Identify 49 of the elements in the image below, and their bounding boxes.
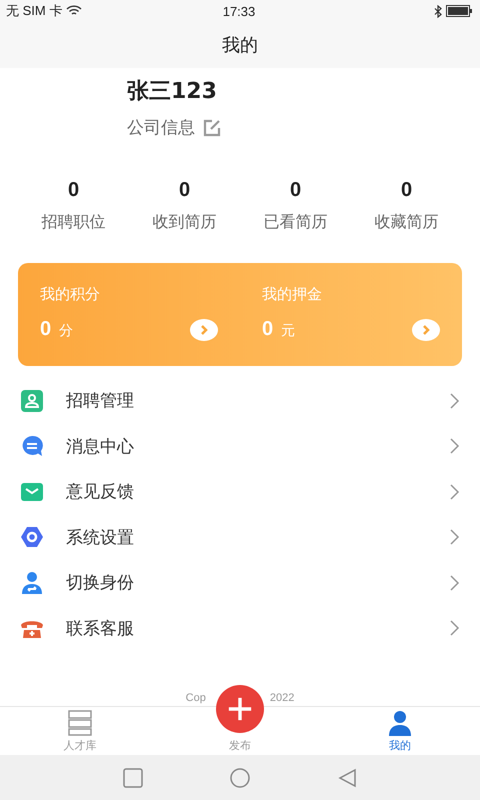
chevron-circle-icon[interactable] [190,318,218,340]
menu-item[interactable]: 联系客服 [66,616,450,640]
person-swap-icon [20,570,44,595]
chevron-right-icon[interactable] [450,574,460,591]
copyright-text: Cop [186,692,206,706]
person-badge-icon [20,388,44,413]
stat-value: 0 [400,179,412,202]
wallet-unit: 元 [281,322,296,340]
battery-icon [446,5,472,17]
chevron-right-icon[interactable] [450,620,460,636]
menu-item[interactable]: 意见反馈 [66,480,450,504]
menu-item[interactable]: 消息中心 [66,434,450,458]
chevron-right-icon[interactable] [450,529,460,546]
wallet-amount: 0 [262,318,274,341]
bluetooth-icon [434,4,442,18]
menu-item[interactable]: 系统设置 [66,526,450,549]
settings-icon [20,525,44,550]
chat-bubble-icon [20,434,44,458]
server-stack-icon [67,710,93,736]
tab-item[interactable]: 我的 [320,707,480,755]
stat-label: 收藏简历 [374,212,438,233]
page-title: 我的 [222,34,258,57]
stat-value: 0 [178,179,190,202]
wallet-title: 我的押金 [262,285,323,304]
chevron-right-icon[interactable] [450,438,460,454]
wallet-unit: 分 [59,322,74,340]
clock-text: 17:33 [222,4,256,18]
company-info-link[interactable]: 公司信息 [127,116,195,139]
wallet-title: 我的积分 [40,285,101,304]
stat-value: 0 [68,179,80,202]
edit-icon[interactable] [203,118,221,136]
menu-item[interactable]: 切换身份 [66,571,450,594]
wallet-amount: 0 [40,318,52,341]
square-nav-icon[interactable] [122,766,144,788]
wifi-icon [66,5,82,17]
carrier-text: 无 SIM 卡 [6,2,62,20]
chevron-right-icon[interactable] [450,392,460,409]
stat-label: 已看简历 [264,212,328,233]
stat-label: 收到简历 [152,212,216,233]
menu-item[interactable]: 招聘管理 [66,389,450,412]
circle-nav-icon[interactable] [228,766,251,788]
copyright-text: 2022 [270,692,294,706]
user-name: 张三123 [127,78,218,106]
person-icon [387,710,413,736]
stat-value: 0 [290,179,302,202]
chevron-right-icon[interactable] [450,484,460,500]
chevron-circle-icon[interactable] [412,318,440,340]
add-button[interactable] [216,685,264,733]
stat-label: 招聘职位 [42,212,106,233]
